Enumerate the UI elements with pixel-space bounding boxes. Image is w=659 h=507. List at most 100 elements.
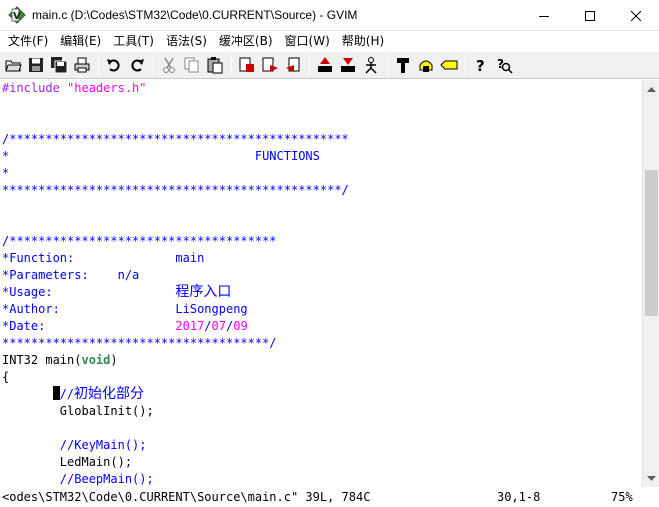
code-token: GlobalInit(); bbox=[2, 404, 154, 418]
paste-icon[interactable] bbox=[205, 55, 225, 75]
code-line[interactable]: #include "headers.h" bbox=[0, 80, 642, 97]
code-line[interactable] bbox=[0, 97, 642, 114]
status-percent: 75% bbox=[611, 490, 633, 504]
code-line[interactable]: * bbox=[0, 165, 642, 182]
code-line[interactable]: GlobalInit(); bbox=[0, 403, 642, 420]
code-token: / bbox=[204, 319, 212, 333]
code-token: /************************************* bbox=[2, 234, 277, 248]
close-icon[interactable] bbox=[613, 0, 659, 31]
vertical-scrollbar[interactable] bbox=[642, 80, 659, 487]
run-script-icon[interactable] bbox=[361, 55, 381, 75]
code-line[interactable] bbox=[0, 420, 642, 437]
scroll-down-icon[interactable] bbox=[643, 470, 659, 487]
menu-syntax[interactable]: 语法(S) bbox=[160, 31, 213, 51]
code-line[interactable]: *Function: main bbox=[0, 250, 642, 267]
code-token: *Parameters: n/a bbox=[2, 268, 140, 282]
redo-icon[interactable] bbox=[127, 55, 147, 75]
toolbar-separator bbox=[231, 55, 232, 75]
undo-icon[interactable] bbox=[104, 55, 124, 75]
code-line[interactable]: { bbox=[0, 369, 642, 386]
save-icon[interactable] bbox=[26, 55, 46, 75]
scrollbar-thumb[interactable] bbox=[645, 170, 658, 316]
cut-icon[interactable] bbox=[159, 55, 179, 75]
status-line: <odes\STM32\Code\0.CURRENT\Source\main.c… bbox=[0, 487, 659, 507]
window-controls bbox=[521, 0, 659, 31]
code-token: /***************************************… bbox=[2, 132, 349, 146]
maximize-icon[interactable] bbox=[567, 0, 613, 31]
code-token: void bbox=[81, 353, 111, 367]
menu-bar: 文件(F) 编辑(E) 工具(T) 语法(S) 缓冲区(B) 窗口(W) 帮助(… bbox=[0, 31, 659, 51]
code-line[interactable]: //BeepMain(); bbox=[0, 471, 642, 487]
menu-buffers[interactable]: 缓冲区(B) bbox=[213, 31, 279, 51]
toolbar: ? ? bbox=[0, 51, 659, 79]
help-icon[interactable]: ? bbox=[471, 55, 491, 75]
window-title: main.c (D:\Codes\STM32\Code\0.CURRENT\So… bbox=[32, 8, 358, 22]
toolbar-separator bbox=[387, 55, 388, 75]
shell-icon[interactable] bbox=[416, 55, 436, 75]
menu-window[interactable]: 窗口(W) bbox=[279, 31, 336, 51]
code-line[interactable]: *Usage: 程序入口 bbox=[0, 284, 642, 301]
make-icon[interactable] bbox=[393, 55, 413, 75]
tags-icon[interactable] bbox=[439, 55, 459, 75]
find-help-icon[interactable]: ? bbox=[494, 55, 514, 75]
menu-help[interactable]: 帮助(H) bbox=[336, 31, 390, 51]
svg-text:V: V bbox=[13, 11, 21, 22]
code-line[interactable]: /***************************************… bbox=[0, 131, 642, 148]
code-token: *Date: bbox=[2, 319, 176, 333]
code-line[interactable] bbox=[0, 199, 642, 216]
minimize-icon[interactable] bbox=[521, 0, 567, 31]
status-file-info: <odes\STM32\Code\0.CURRENT\Source\main.c… bbox=[2, 490, 371, 504]
code-line[interactable] bbox=[0, 216, 642, 233]
code-line[interactable]: *Date: 2017/07/09 bbox=[0, 318, 642, 335]
code-token: //KeyMain(); bbox=[2, 438, 147, 452]
copy-icon[interactable] bbox=[182, 55, 202, 75]
code-line[interactable]: *Author: LiSongpeng bbox=[0, 301, 642, 318]
find-replace-icon[interactable] bbox=[237, 55, 257, 75]
code-line[interactable]: ****************************************… bbox=[0, 182, 642, 199]
print-icon[interactable] bbox=[72, 55, 92, 75]
code-line[interactable]: /************************************* bbox=[0, 233, 642, 250]
text-cursor bbox=[52, 386, 60, 400]
scroll-up-icon[interactable] bbox=[643, 80, 659, 97]
code-editor[interactable]: #include "headers.h"/*******************… bbox=[0, 80, 642, 487]
menu-tools[interactable]: 工具(T) bbox=[107, 31, 160, 51]
code-line[interactable]: //初始化部分 bbox=[0, 386, 642, 403]
code-token: * bbox=[2, 166, 10, 180]
code-token: *************************************/ bbox=[2, 336, 277, 350]
find-next-icon[interactable] bbox=[260, 55, 280, 75]
save-session-icon[interactable] bbox=[338, 55, 358, 75]
menu-file[interactable]: 文件(F) bbox=[2, 31, 54, 51]
code-token: *Function: main bbox=[2, 251, 205, 265]
toolbar-separator bbox=[465, 55, 466, 75]
open-icon[interactable] bbox=[3, 55, 23, 75]
code-line[interactable]: * FUNCTIONS bbox=[0, 148, 642, 165]
load-session-icon[interactable] bbox=[315, 55, 335, 75]
code-token: 2017 bbox=[175, 319, 205, 333]
code-token: *Author: LiSongpeng bbox=[2, 302, 248, 316]
code-token: "headers.h" bbox=[67, 81, 147, 95]
save-all-icon[interactable] bbox=[49, 55, 69, 75]
code-token: #include bbox=[2, 81, 68, 95]
find-prev-icon[interactable] bbox=[283, 55, 303, 75]
menu-edit[interactable]: 编辑(E) bbox=[54, 31, 107, 51]
code-token: LedMain(); bbox=[2, 455, 133, 469]
code-line[interactable]: INT32 main(void) bbox=[0, 352, 642, 369]
code-token: INT32 main( bbox=[2, 353, 82, 367]
code-token: 初始化部分 bbox=[74, 386, 145, 402]
gvim-icon[interactable]: V bbox=[8, 6, 26, 24]
code-token: 07 bbox=[211, 319, 226, 333]
code-line[interactable]: LedMain(); bbox=[0, 454, 642, 471]
code-line[interactable]: *************************************/ bbox=[0, 335, 642, 352]
code-line[interactable] bbox=[0, 114, 642, 131]
code-line[interactable]: *Parameters: n/a bbox=[0, 267, 642, 284]
code-token: ) bbox=[110, 353, 118, 367]
status-cursor-position: 30,1-8 bbox=[497, 490, 541, 504]
code-token: ****************************************… bbox=[2, 183, 349, 197]
code-token: 09 bbox=[233, 319, 248, 333]
code-token: 程序入口 bbox=[175, 284, 232, 300]
code-line[interactable]: //KeyMain(); bbox=[0, 437, 642, 454]
toolbar-separator bbox=[309, 55, 310, 75]
code-token: //BeepMain(); bbox=[2, 472, 154, 486]
code-token: // bbox=[59, 387, 75, 401]
